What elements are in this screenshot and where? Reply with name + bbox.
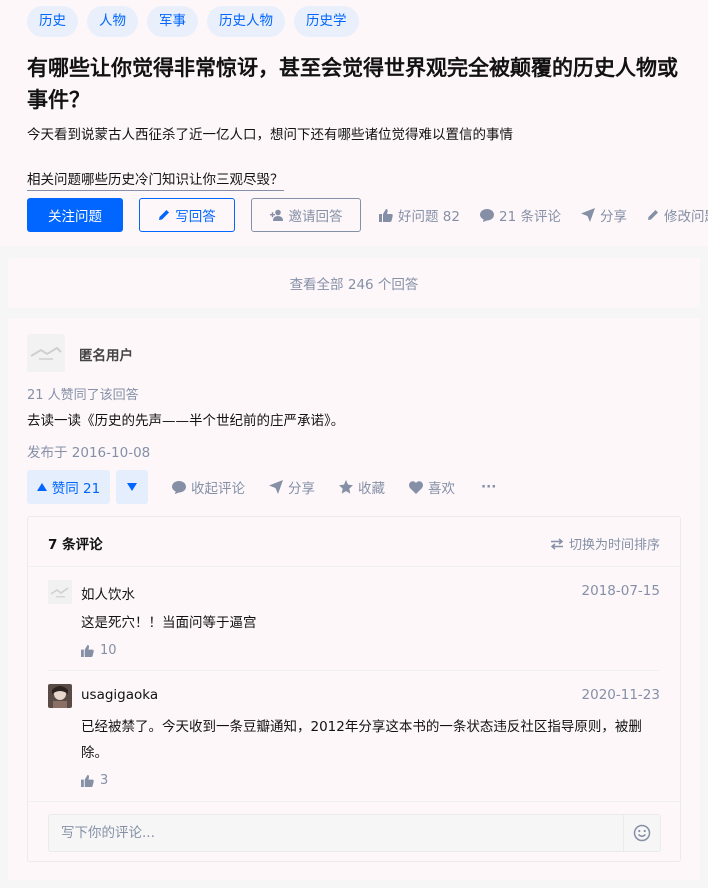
invite-icon <box>269 209 283 221</box>
question-comments-button[interactable]: 21 条评论 <box>479 205 561 225</box>
author-name[interactable]: 匿名用户 <box>79 344 133 364</box>
upvote-label: 赞同 21 <box>51 481 101 497</box>
like-label: 喜欢 <box>428 481 455 497</box>
thumb-up-icon <box>81 644 94 657</box>
answer-actions: 赞同 21 收起评论 分享 收藏 喜欢 ··· <box>27 470 496 504</box>
emoji-icon <box>633 824 651 842</box>
triangle-down-icon <box>127 483 137 491</box>
question-title: 有哪些让你觉得非常惊讶，甚至会觉得世界观完全被颠覆的历史人物或事件？ <box>27 56 678 112</box>
edit-question-button[interactable]: 修改问题 <box>647 205 708 225</box>
comment-author[interactable]: 如人饮水 <box>81 583 135 603</box>
write-answer-label: 写回答 <box>175 209 216 225</box>
user-avatar-icon <box>48 684 72 708</box>
downvote-button[interactable] <box>116 470 148 504</box>
write-answer-button[interactable]: 写回答 <box>139 198 235 232</box>
topic-tags: 历史 人物 军事 历史人物 历史学 <box>27 6 359 37</box>
heart-icon <box>409 480 423 494</box>
like-button[interactable]: 喜欢 <box>409 477 455 497</box>
follow-question-button[interactable]: 关注问题 <box>27 198 123 232</box>
comment-input[interactable] <box>49 815 619 851</box>
comment-author[interactable]: usagigaoka <box>81 687 158 703</box>
comment-input-bar <box>28 801 680 861</box>
sort-toggle[interactable]: 切换为时间排序 <box>550 534 660 553</box>
star-icon <box>339 480 353 494</box>
question-comments-label: 21 条评论 <box>498 209 561 225</box>
comment-like-button[interactable]: 10 <box>81 643 117 658</box>
answer-share-button[interactable]: 分享 <box>269 477 315 497</box>
topic-tag[interactable]: 历史学 <box>294 6 359 37</box>
related-question-link[interactable]: 相关问题哪些历史冷门知识让你三观尽毁？ <box>27 168 284 191</box>
comment-input-box <box>48 814 661 852</box>
comment-like-count: 3 <box>100 773 109 788</box>
invite-answer-button[interactable]: 邀请回答 <box>251 198 361 232</box>
comment-icon <box>479 208 494 222</box>
user-avatar-icon <box>48 580 72 604</box>
votes-note: 21 人赞同了该回答 <box>27 388 139 403</box>
favorite-label: 收藏 <box>358 481 385 497</box>
upvote-button[interactable]: 赞同 21 <box>27 470 110 504</box>
collapse-comments-label: 收起评论 <box>191 481 245 497</box>
topic-tag[interactable]: 历史人物 <box>207 6 285 37</box>
comment-date: 2020-11-23 <box>581 687 660 703</box>
question-description: 今天看到说蒙古人西征杀了近一亿人口，想问下还有哪些诸位觉得难以置信的事情 <box>27 127 513 143</box>
comment-divider <box>48 670 660 671</box>
collapse-comments-button[interactable]: 收起评论 <box>172 477 245 497</box>
invite-answer-label: 邀请回答 <box>288 209 343 225</box>
comment-item: usagigaoka 2020-11-23 已经被禁了。今天收到一条豆瓣通知，2… <box>48 684 660 794</box>
question-share-button[interactable]: 分享 <box>580 205 627 225</box>
comment-item: 如人饮水 2018-07-15 这是死穴！！当面问等于逼宫 10 <box>48 580 660 670</box>
view-all-answers-button[interactable]: 查看全部 246 个回答 <box>8 258 700 308</box>
topic-tag[interactable]: 历史 <box>27 6 78 37</box>
comments-panel: 7 条评论 切换为时间排序 如人饮水 2018-07-15 这是死穴！！当面问等… <box>27 516 681 862</box>
avatar[interactable] <box>27 334 65 372</box>
good-question-label: 好问题 82 <box>398 209 460 225</box>
comments-count: 7 条评论 <box>48 537 103 553</box>
answer-content: 去读一读《历史的先声——半个世纪前的庄严承诺》。 <box>27 413 345 429</box>
comment-date: 2018-07-15 <box>581 583 660 599</box>
thumb-up-icon <box>81 774 94 787</box>
answer-card: 匿名用户 21 人赞同了该回答 去读一读《历史的先声——半个世纪前的庄严承诺》。… <box>8 318 700 880</box>
question-share-label: 分享 <box>599 209 627 225</box>
emoji-button[interactable] <box>623 815 660 851</box>
share-icon <box>269 480 283 494</box>
comment-like-count: 10 <box>100 643 117 658</box>
publish-date[interactable]: 发布于 2016-10-08 <box>27 441 150 461</box>
comment-text: 这是死穴！！当面问等于逼宫 <box>81 615 257 631</box>
answer-share-label: 分享 <box>288 481 315 497</box>
sort-label: 切换为时间排序 <box>568 538 660 553</box>
comment-icon <box>172 480 186 494</box>
pen-icon <box>159 210 170 220</box>
question-actions: 关注问题 写回答 邀请回答 好问题 82 21 条评论 分享 修改问题 <box>27 198 708 232</box>
more-button[interactable]: ··· <box>481 479 496 495</box>
comment-text: 已经被禁了。今天收到一条豆瓣通知，2012年分享这本书的一条状态违反社区指导原则… <box>81 719 642 761</box>
avatar[interactable] <box>48 684 72 708</box>
anonymous-avatar-icon <box>27 334 65 372</box>
topic-tag[interactable]: 人物 <box>87 6 138 37</box>
avatar[interactable] <box>48 580 72 604</box>
sort-icon <box>550 537 564 550</box>
topic-tag[interactable]: 军事 <box>147 6 198 37</box>
comments-header: 7 条评论 切换为时间排序 <box>28 517 680 567</box>
good-question-button[interactable]: 好问题 82 <box>379 205 460 225</box>
edit-icon <box>647 210 658 220</box>
question-header: 历史 人物 军事 历史人物 历史学 有哪些让你觉得非常惊讶，甚至会觉得世界观完全… <box>0 0 708 246</box>
edit-question-label: 修改问题 <box>663 209 708 225</box>
favorite-button[interactable]: 收藏 <box>339 477 385 497</box>
thumb-up-icon <box>379 208 393 222</box>
triangle-up-icon <box>36 483 47 491</box>
share-icon <box>580 208 595 222</box>
comment-like-button[interactable]: 3 <box>81 773 108 788</box>
